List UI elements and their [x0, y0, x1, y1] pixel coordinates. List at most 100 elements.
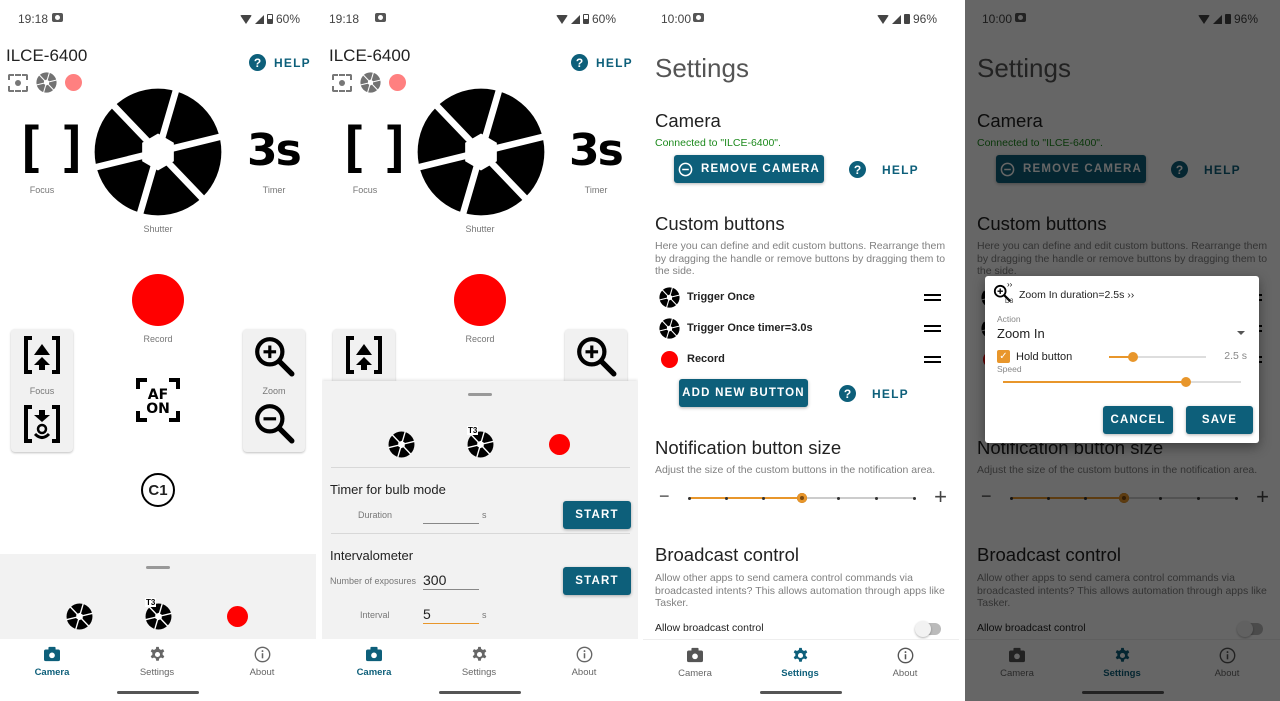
camera-section-title: Camera: [655, 110, 721, 131]
focus-button[interactable]: []: [337, 121, 422, 175]
duration-input[interactable]: [423, 506, 479, 524]
sheet-drag-handle[interactable]: [468, 393, 492, 396]
connection-status: Connected to "ILCE-6400".: [655, 137, 781, 149]
divider: [331, 533, 630, 534]
add-new-button[interactable]: ADD NEW BUTTON: [679, 379, 808, 407]
interval-unit: s: [482, 610, 487, 620]
slider-tick: [875, 496, 878, 500]
nav-settings[interactable]: Settings: [750, 646, 850, 679]
nav-camera[interactable]: Camera: [645, 646, 745, 679]
battery-icon: [582, 14, 589, 24]
action-label: Action: [997, 314, 1021, 324]
timer-button[interactable]: 3s: [569, 129, 624, 173]
status-time: 19:18: [18, 12, 49, 26]
drag-handle-icon[interactable]: [924, 324, 941, 332]
edit-button-dialog: ›› D3 Zoom In duration=2.5s ›› Action Zo…: [985, 276, 1259, 443]
save-button[interactable]: SAVE: [1186, 406, 1253, 434]
exposures-label: Number of exposures: [330, 576, 417, 586]
status-bar: 19:18 60%: [0, 0, 316, 36]
hold-duration-slider[interactable]: [1109, 352, 1206, 362]
home-indicator[interactable]: [439, 691, 521, 694]
custom-trigger-timer-button[interactable]: [145, 603, 172, 630]
slider-thumb[interactable]: [1128, 352, 1139, 362]
interval-input[interactable]: 5: [423, 606, 479, 624]
custom-trigger-once-button[interactable]: [66, 603, 93, 630]
custom-trigger-once-button[interactable]: [388, 431, 415, 458]
wifi-icon: [876, 14, 889, 24]
shutter-button[interactable]: [92, 86, 224, 218]
focus-far-button[interactable]: [344, 335, 384, 375]
nav-camera[interactable]: Camera: [324, 645, 424, 678]
focus-far-button[interactable]: [22, 335, 62, 375]
aperture-1x-icon: [659, 287, 680, 308]
record-button[interactable]: [132, 274, 184, 326]
decrease-icon[interactable]: −: [659, 486, 670, 507]
broadcast-toggle[interactable]: [915, 621, 941, 637]
notification-size-slider[interactable]: − +: [655, 484, 949, 509]
speed-slider[interactable]: [1003, 377, 1241, 387]
slider-thumb[interactable]: [796, 493, 807, 503]
zoom-out-button[interactable]: [253, 402, 295, 444]
zoom-in-button[interactable]: [575, 335, 617, 377]
nav-about[interactable]: About: [855, 646, 955, 679]
custom-button-item[interactable]: Trigger Once: [659, 286, 941, 308]
custom-record-button[interactable]: [549, 434, 570, 455]
cancel-button[interactable]: CANCEL: [1103, 406, 1173, 434]
custom-buttons-description: Here you can define and edit custom butt…: [655, 240, 946, 277]
signal-icon: [570, 14, 580, 24]
custom-record-button[interactable]: [227, 606, 248, 627]
notification-size-description: Adjust the size of the custom buttons in…: [655, 464, 936, 476]
camera-help-link[interactable]: ? HELP: [849, 161, 919, 178]
nav-about[interactable]: About: [212, 645, 312, 678]
bulb-start-button[interactable]: START: [563, 501, 631, 529]
increase-icon[interactable]: +: [934, 484, 947, 510]
nav-about-label: About: [571, 667, 597, 678]
zoom-in-button[interactable]: [253, 335, 295, 377]
drag-handle-icon[interactable]: [924, 355, 941, 363]
custom-trigger-timer-button[interactable]: [467, 431, 494, 458]
focus-near-button[interactable]: [22, 404, 62, 444]
help-icon: ?: [839, 385, 856, 402]
action-select[interactable]: Zoom In: [997, 325, 1249, 343]
record-button[interactable]: [454, 274, 506, 326]
remove-camera-button[interactable]: REMOVE CAMERA: [674, 155, 824, 183]
timer-button[interactable]: 3s: [247, 129, 302, 173]
help-link[interactable]: ? HELP: [571, 54, 633, 71]
camera-icon: [43, 646, 61, 662]
duration-label: Duration: [358, 510, 393, 520]
sheet-drag-handle[interactable]: [146, 566, 170, 569]
drag-handle-icon[interactable]: [924, 293, 941, 301]
af-on-button[interactable]: AF ON: [135, 377, 181, 423]
nav-settings[interactable]: Settings: [107, 645, 207, 678]
home-indicator[interactable]: [117, 691, 199, 694]
nav-settings[interactable]: Settings: [429, 645, 529, 678]
custom-c1-button[interactable]: C1: [141, 473, 175, 507]
nav-settings-label: Settings: [461, 667, 497, 678]
timer-tag: T3: [145, 598, 157, 607]
custom-help-link[interactable]: ? HELP: [839, 385, 909, 402]
nav-about[interactable]: About: [534, 645, 634, 678]
status-indicators: [332, 72, 406, 93]
broadcast-toggle-label: Allow broadcast control: [655, 622, 764, 634]
nav-settings-label: Settings: [139, 667, 175, 678]
exposures-input[interactable]: 300: [423, 572, 479, 590]
focus-status-icon: [332, 73, 352, 92]
shutter-button[interactable]: [415, 86, 547, 218]
hold-checkbox[interactable]: ✓ Hold button: [997, 350, 1072, 363]
focus-button[interactable]: []: [14, 121, 99, 175]
nav-about-label: About: [892, 668, 918, 679]
signal-icon: [254, 14, 264, 24]
wifi-icon: [239, 14, 252, 24]
battery-level: 60%: [275, 12, 300, 26]
camera-name: ILCE-6400: [6, 46, 88, 65]
nav-camera[interactable]: Camera: [2, 645, 102, 678]
bottom-nav: Camera Settings About: [322, 639, 638, 701]
slider-thumb[interactable]: [1181, 377, 1192, 387]
intervalometer-start-button[interactable]: START: [563, 567, 631, 595]
home-indicator[interactable]: [760, 691, 842, 694]
custom-button-item[interactable]: Trigger Once timer=3.0s: [659, 317, 941, 339]
help-link[interactable]: ? HELP: [249, 54, 311, 71]
aperture-timer-icon: [659, 318, 680, 339]
action-value: Zoom In: [997, 326, 1045, 341]
custom-button-item[interactable]: Record: [659, 348, 941, 370]
